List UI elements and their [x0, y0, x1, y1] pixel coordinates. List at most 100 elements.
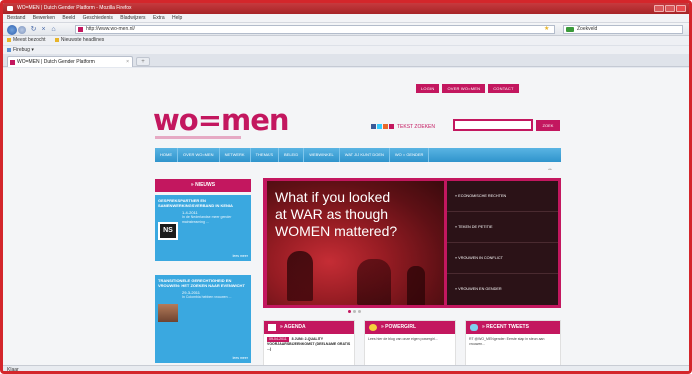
menubar: Bestand Bewerken Beeld Geschiedenis Blad… — [3, 14, 689, 23]
nav-about[interactable]: Over WO=MEN — [178, 148, 220, 162]
silhouette — [407, 266, 425, 305]
nav-policy[interactable]: Beleid — [279, 148, 305, 162]
bookmark-item[interactable]: Nieuwste headlines — [54, 36, 104, 45]
web-page: Login Over WO=MEN Contact wo=men TEKST Z… — [3, 68, 689, 365]
news-title[interactable]: Transitionele gerechtigheid en vrouwen: … — [158, 278, 248, 288]
feature-menu-item[interactable]: » Vrouwen en gender — [447, 274, 558, 305]
agenda-body[interactable]: 09-04-2011 8 juni: 2-Quality voorjaarsbi… — [264, 334, 354, 355]
window-controls — [654, 5, 686, 12]
window-title: WO=MEN | Dutch Gender Platform - Mozilla… — [17, 5, 132, 11]
tweets-body[interactable]: RT @WO_MENgender: Eerste stap in steun a… — [466, 334, 560, 350]
news-thumbnail: NS — [158, 222, 178, 240]
facebook-icon[interactable] — [371, 124, 376, 129]
top-link-login[interactable]: Login — [416, 84, 440, 93]
read-more-link[interactable]: lees meer — [233, 254, 248, 258]
powergirl-header[interactable]: » POWERGIRL — [365, 321, 455, 334]
silhouette — [287, 251, 313, 301]
feature-menu-item[interactable]: » Economische rechten — [447, 181, 558, 212]
share-icons — [371, 124, 394, 129]
nav-home[interactable]: Home — [155, 148, 178, 162]
twitter-icon[interactable] — [377, 124, 382, 129]
menu-bookmarks[interactable]: Bladwijzers — [120, 15, 145, 21]
feature-menu-item[interactable]: » Teken de petitie — [447, 212, 558, 243]
search-engine-icon[interactable] — [566, 27, 574, 32]
site-favicon — [78, 27, 83, 32]
rss-icon[interactable] — [383, 124, 388, 129]
silhouette — [357, 259, 391, 305]
read-more-link[interactable]: lees meer — [233, 356, 248, 360]
tab-title: WO=MEN | Dutch Gender Platform — [17, 59, 95, 65]
tab-close-icon[interactable]: × — [126, 57, 129, 67]
menu-edit[interactable]: Bewerken — [33, 15, 55, 21]
calendar-icon — [268, 324, 276, 331]
browser-window: WO=MEN | Dutch Gender Platform - Mozilla… — [0, 0, 692, 374]
bookmark-icon — [7, 37, 11, 42]
nav-gender[interactable]: WO = GENDER — [390, 148, 430, 162]
menu-help[interactable]: Help — [172, 15, 182, 21]
nav-themes[interactable]: Thema's — [251, 148, 279, 162]
maximize-button[interactable] — [665, 5, 675, 12]
text-search-label: TEKST ZOEKEN — [397, 124, 435, 130]
news-item[interactable]: Gesprekspartner en samenwerkingsverband … — [155, 195, 251, 261]
news-excerpt: In Colombia hebben vrouwen ... — [182, 295, 232, 299]
logo-tagline — [155, 136, 241, 139]
feature-image[interactable]: What if you looked at WAR as though WOME… — [267, 181, 444, 305]
agenda-header[interactable]: » AGENDA — [264, 321, 354, 334]
reload-icon[interactable]: ↻ — [30, 26, 37, 33]
bookmarks-toolbar: Meest bezocht Nieuwste headlines — [3, 36, 689, 45]
nav-network[interactable]: Netwerk — [220, 148, 251, 162]
nav-what-you-can-do[interactable]: Wat jij kunt doen — [340, 148, 390, 162]
bookmark-item[interactable]: Meest bezocht — [7, 36, 46, 45]
window-titlebar: WO=MEN | Dutch Gender Platform - Mozilla… — [3, 3, 689, 14]
close-button[interactable] — [676, 5, 686, 12]
site-search-button[interactable]: ZOEK — [536, 120, 560, 131]
stop-icon[interactable]: × — [40, 26, 47, 33]
menu-tools[interactable]: Extra — [153, 15, 165, 21]
tweets-header[interactable]: » RECENT TWEETS — [466, 321, 560, 334]
feature-headline: What if you looked at WAR as though WOME… — [275, 189, 398, 239]
slider-dot[interactable] — [348, 310, 351, 313]
home-icon[interactable]: ⌂ — [50, 26, 57, 33]
news-header[interactable]: » NIEUWS — [155, 179, 251, 192]
addon-toolbar: Firebug ▾ — [3, 45, 689, 54]
tab-favicon — [10, 60, 15, 65]
new-tab-button[interactable]: + — [136, 57, 150, 66]
top-link-about[interactable]: Over WO=MEN — [442, 84, 486, 93]
tab-active[interactable]: WO=MEN | Dutch Gender Platform × — [7, 56, 133, 67]
site-logo[interactable]: wo=men — [153, 106, 290, 135]
forward-button[interactable] — [18, 26, 26, 34]
search-bar[interactable]: Zoekveld — [563, 25, 683, 34]
tweets-box: » RECENT TWEETS RT @WO_MENgender: Eerste… — [465, 320, 561, 365]
minimize-button[interactable] — [654, 5, 664, 12]
menu-view[interactable]: Beeld — [62, 15, 75, 21]
powergirl-body[interactable]: Lees hier de blog van onze eigen powergi… — [365, 334, 455, 345]
tab-strip: WO=MEN | Dutch Gender Platform × + — [3, 54, 689, 67]
feature-menu: » Economische rechten » Teken de petitie… — [447, 181, 558, 305]
slider-pagination — [348, 310, 361, 313]
slider-dot[interactable] — [353, 310, 356, 313]
address-bar[interactable]: http://www.wo-men.nl/ — [75, 25, 555, 34]
firebug-icon — [7, 47, 11, 52]
print-icon[interactable] — [389, 124, 394, 129]
agenda-box: » AGENDA 09-04-2011 8 juni: 2-Quality vo… — [263, 320, 355, 365]
news-title[interactable]: Gesprekspartner en samenwerkingsverband … — [158, 198, 248, 208]
menu-history[interactable]: Geschiedenis — [83, 15, 113, 21]
navigation-toolbar: ↻ × ⌂ http://www.wo-men.nl/ ★ Zoekveld — [3, 23, 689, 36]
news-item[interactable]: Transitionele gerechtigheid en vrouwen: … — [155, 275, 251, 363]
news-logo-icon: NS — [160, 224, 176, 238]
twitter-bird-icon — [470, 324, 478, 331]
feature-menu-item[interactable]: » Vrouwen in conflict — [447, 243, 558, 274]
firebug-button[interactable]: Firebug ▾ — [7, 47, 34, 53]
sitemap-link[interactable]: ◂ ▸ — [548, 167, 552, 171]
top-links: Login Over WO=MEN Contact — [416, 84, 519, 93]
site-search-input[interactable] — [453, 119, 533, 131]
top-link-contact[interactable]: Contact — [488, 84, 519, 93]
feature-banner: What if you looked at WAR as though WOME… — [263, 178, 561, 308]
nav-shop[interactable]: Webwinkel — [304, 148, 340, 162]
slider-dot[interactable] — [358, 310, 361, 313]
bookmark-star-icon[interactable]: ★ — [544, 26, 549, 32]
status-bar: Klaar — [3, 365, 689, 371]
back-button[interactable] — [7, 25, 17, 35]
firefox-icon — [7, 6, 13, 11]
menu-file[interactable]: Bestand — [7, 15, 25, 21]
